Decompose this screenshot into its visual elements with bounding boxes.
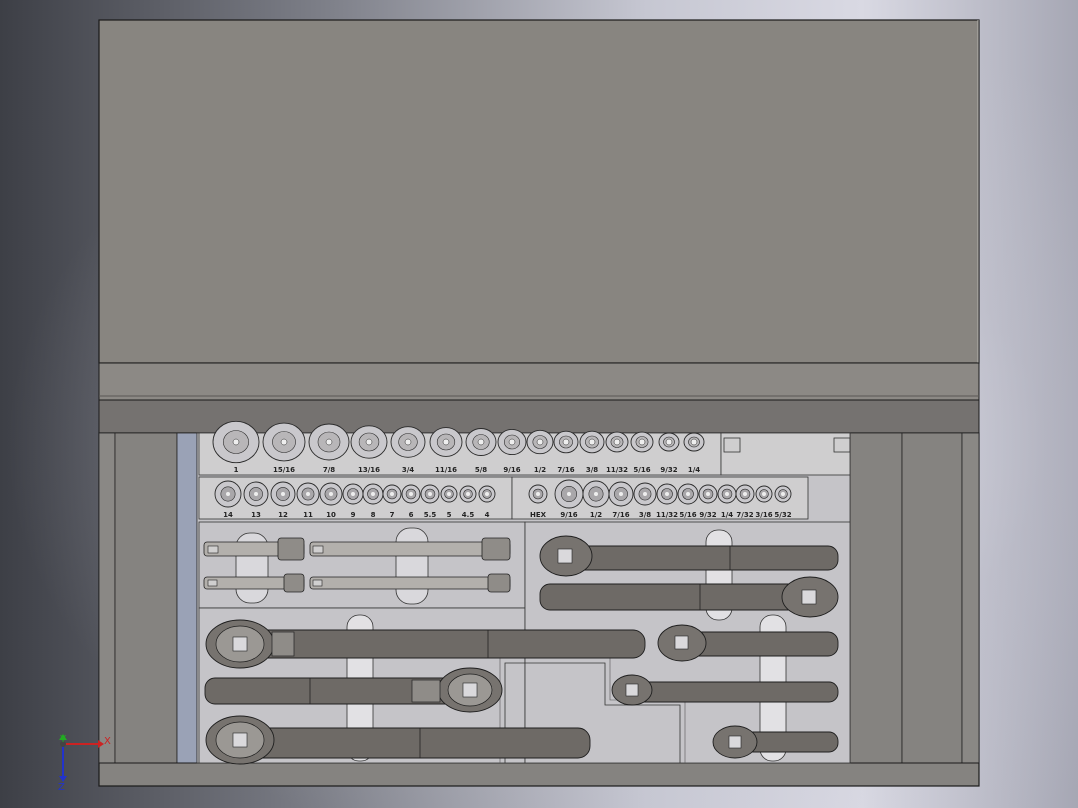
socket-size-label: 7/16	[612, 511, 629, 519]
toolbox-model[interactable]: 1 15/16 7/8 13/16 3/4 11/16 5/8 9/16 1/2 7/16 3/8 1…	[0, 0, 1078, 808]
socket-size-label: 4.5	[462, 511, 475, 519]
toolbox-lid	[98, 19, 980, 364]
socket-size-label: 9/16	[560, 511, 577, 519]
socket-size-label: 1/4	[688, 466, 700, 474]
socket-size-label: 3/4	[402, 466, 414, 474]
socket-size-label: 13	[251, 511, 261, 519]
socket-size-label: 9/16	[503, 466, 520, 474]
socket-size-label: 3/8	[586, 466, 598, 474]
socket-size-label: 1/2	[590, 511, 602, 519]
y-axis-label: Y	[59, 734, 67, 745]
socket-size-label: 3/16	[755, 511, 772, 519]
socket-size-label: 9/32	[660, 466, 677, 474]
hinge-strip	[98, 362, 980, 401]
socket-size-label: 10	[326, 511, 336, 519]
socket-size-label: 5.5	[424, 511, 437, 519]
blue-strip	[176, 432, 198, 764]
socket-labels-mid-right: HEX 9/16 1/2 7/16 3/8 11/32 5/16 9/32 1/4 7/32 3/1…	[530, 511, 792, 519]
socket-size-label: 5/32	[774, 511, 791, 519]
socket-size-label: 11/32	[656, 511, 678, 519]
socket-size-label: 11/32	[606, 466, 628, 474]
socket-size-label: 13/16	[358, 466, 380, 474]
cad-viewport[interactable]: 1 15/16 7/8 13/16 3/4 11/16 5/8 9/16 1/2 7/16 3/8 1…	[0, 0, 1078, 808]
socket-size-label: 7	[390, 511, 395, 519]
socket-size-label: 8	[371, 511, 376, 519]
socket-size-label: 4	[485, 511, 490, 519]
socket-size-label: 15/16	[273, 466, 295, 474]
socket-size-label: 7/8	[323, 466, 335, 474]
socket-size-label: 5/16	[633, 466, 650, 474]
socket-size-label: 9/32	[699, 511, 716, 519]
socket-size-label: 14	[223, 511, 233, 519]
socket-size-label: HEX	[530, 511, 547, 519]
x-axis-label: X	[104, 736, 111, 747]
socket-size-label: 3/8	[639, 511, 651, 519]
socket-size-label: 5/16	[679, 511, 696, 519]
socket-size-label: 5	[447, 511, 452, 519]
socket-size-label: 5/8	[475, 466, 487, 474]
socket-size-label: 1/4	[721, 511, 733, 519]
socket-size-label: 1	[234, 466, 239, 474]
socket-size-label: 6	[409, 511, 414, 519]
socket-size-label: 11	[303, 511, 313, 519]
socket-size-label: 12	[278, 511, 288, 519]
socket-size-label: 7/16	[557, 466, 574, 474]
socket-size-label: 7/32	[736, 511, 753, 519]
z-axis-label: Z	[58, 782, 65, 793]
socket-size-label: 11/16	[435, 466, 457, 474]
socket-size-label: 9	[351, 511, 356, 519]
socket-size-label: 1/2	[534, 466, 546, 474]
